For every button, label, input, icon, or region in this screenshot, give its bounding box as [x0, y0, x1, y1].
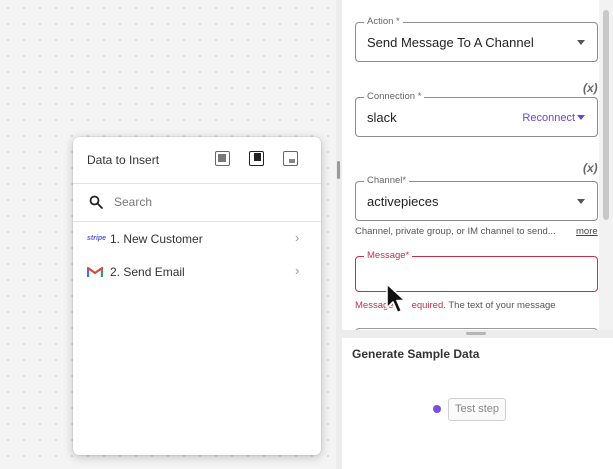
- popup-divider: [73, 221, 321, 222]
- dynamic-value-toggle-icon[interactable]: (x): [583, 81, 598, 95]
- view-mode-docked-icon[interactable]: [215, 151, 230, 166]
- action-value: Send Message To A Channel: [367, 35, 534, 50]
- list-item-label: 1. New Customer: [110, 232, 203, 246]
- chevron-right-icon: ›: [295, 230, 300, 245]
- settings-scrollbar-thumb[interactable]: [603, 10, 609, 220]
- message-label: Message*: [364, 250, 413, 261]
- connection-value: slack: [367, 110, 397, 125]
- view-mode-corner-icon[interactable]: [249, 151, 264, 166]
- chevron-right-icon: ›: [295, 263, 300, 278]
- resize-handle-icon[interactable]: [466, 332, 486, 335]
- connection-label: Connection *: [364, 91, 425, 102]
- list-item-label: 2. Send Email: [110, 265, 185, 279]
- status-dot-icon: [433, 405, 441, 413]
- view-mode-minimized-icon[interactable]: [283, 151, 298, 166]
- connection-select[interactable]: Connection * slack Reconnect: [355, 91, 598, 137]
- action-label: Action *: [364, 16, 403, 27]
- chevron-down-icon[interactable]: [577, 115, 585, 120]
- reconnect-link[interactable]: Reconnect: [522, 112, 575, 124]
- chevron-down-icon: [577, 199, 585, 204]
- message-error-suffix: equired.: [411, 300, 446, 311]
- search-icon: [89, 195, 103, 209]
- resize-handle-icon[interactable]: [337, 161, 340, 179]
- list-item-send-email[interactable]: 2. Send Email ›: [73, 257, 321, 287]
- sample-data-title: Generate Sample Data: [352, 347, 480, 361]
- gmail-icon: [87, 266, 103, 277]
- channel-value: activepieces: [367, 194, 439, 209]
- channel-select[interactable]: Channel* activepieces: [355, 175, 598, 221]
- test-step-button[interactable]: Test step: [448, 398, 506, 421]
- channel-label: Channel*: [364, 175, 410, 186]
- popup-divider: [73, 183, 321, 184]
- list-item-new-customer[interactable]: stripe 1. New Customer ›: [73, 224, 321, 254]
- message-help-text: The text of your message: [448, 300, 556, 311]
- data-to-insert-popup: Data to Insert Search stripe 1. New Cust…: [73, 137, 321, 455]
- stripe-icon: stripe: [87, 235, 107, 242]
- search-input[interactable]: Search: [114, 195, 152, 209]
- more-link[interactable]: more: [576, 226, 598, 237]
- popup-title: Data to Insert: [87, 153, 160, 167]
- chevron-down-icon: [577, 40, 585, 45]
- mouse-cursor-icon: [386, 283, 406, 314]
- channel-helper-text: Channel, private group, or IM channel to…: [355, 226, 556, 237]
- dynamic-value-toggle-icon[interactable]: (x): [583, 161, 598, 175]
- action-select[interactable]: Action * Send Message To A Channel: [355, 16, 598, 62]
